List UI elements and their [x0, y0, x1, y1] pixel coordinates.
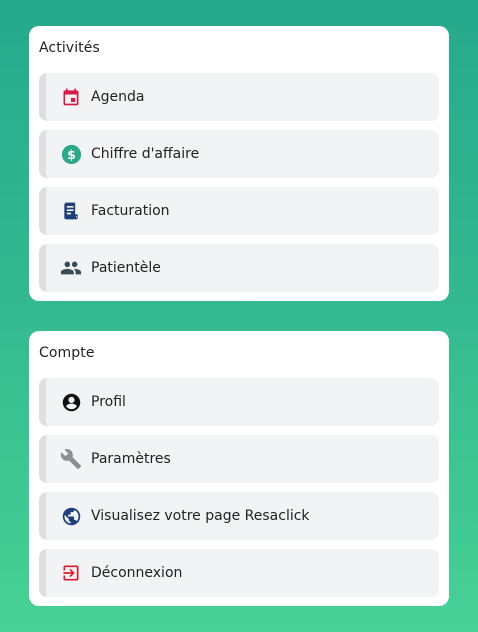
- activites-card: Activités Agenda $ Chiffre d'affaire Fac…: [29, 26, 449, 301]
- logout-icon: [60, 562, 82, 584]
- menu-item-label: Paramètres: [91, 451, 171, 467]
- people-icon: [60, 257, 82, 279]
- menu-item-label: Déconnexion: [91, 565, 183, 581]
- wrench-icon: [60, 448, 82, 470]
- menu-item-facturation[interactable]: Facturation: [39, 187, 439, 235]
- menu-item-agenda[interactable]: Agenda: [39, 73, 439, 121]
- dollar-circle-icon: $: [60, 143, 82, 165]
- menu-item-chiffre-affaire[interactable]: $ Chiffre d'affaire: [39, 130, 439, 178]
- menu-item-deconnexion[interactable]: Déconnexion: [39, 549, 439, 597]
- svg-text:$: $: [67, 147, 76, 161]
- menu-item-parametres[interactable]: Paramètres: [39, 435, 439, 483]
- activites-title: Activités: [39, 40, 100, 56]
- menu-item-patientele[interactable]: Patientèle: [39, 244, 439, 292]
- menu-item-label: Visualisez votre page Resaclick: [91, 508, 310, 524]
- account-circle-icon: [60, 391, 82, 413]
- globe-icon: [60, 505, 82, 527]
- calendar-icon: [60, 86, 82, 108]
- compte-title: Compte: [39, 345, 95, 361]
- menu-item-label: Chiffre d'affaire: [91, 146, 200, 162]
- menu-item-visualisez-page[interactable]: Visualisez votre page Resaclick: [39, 492, 439, 540]
- compte-card: Compte Profil Paramètres Visualisez votr…: [29, 331, 449, 606]
- menu-item-label: Agenda: [91, 89, 145, 105]
- menu-item-profil[interactable]: Profil: [39, 378, 439, 426]
- menu-item-label: Profil: [91, 394, 126, 410]
- menu-item-label: Patientèle: [91, 260, 161, 276]
- menu-item-label: Facturation: [91, 203, 170, 219]
- receipt-icon: [60, 200, 82, 222]
